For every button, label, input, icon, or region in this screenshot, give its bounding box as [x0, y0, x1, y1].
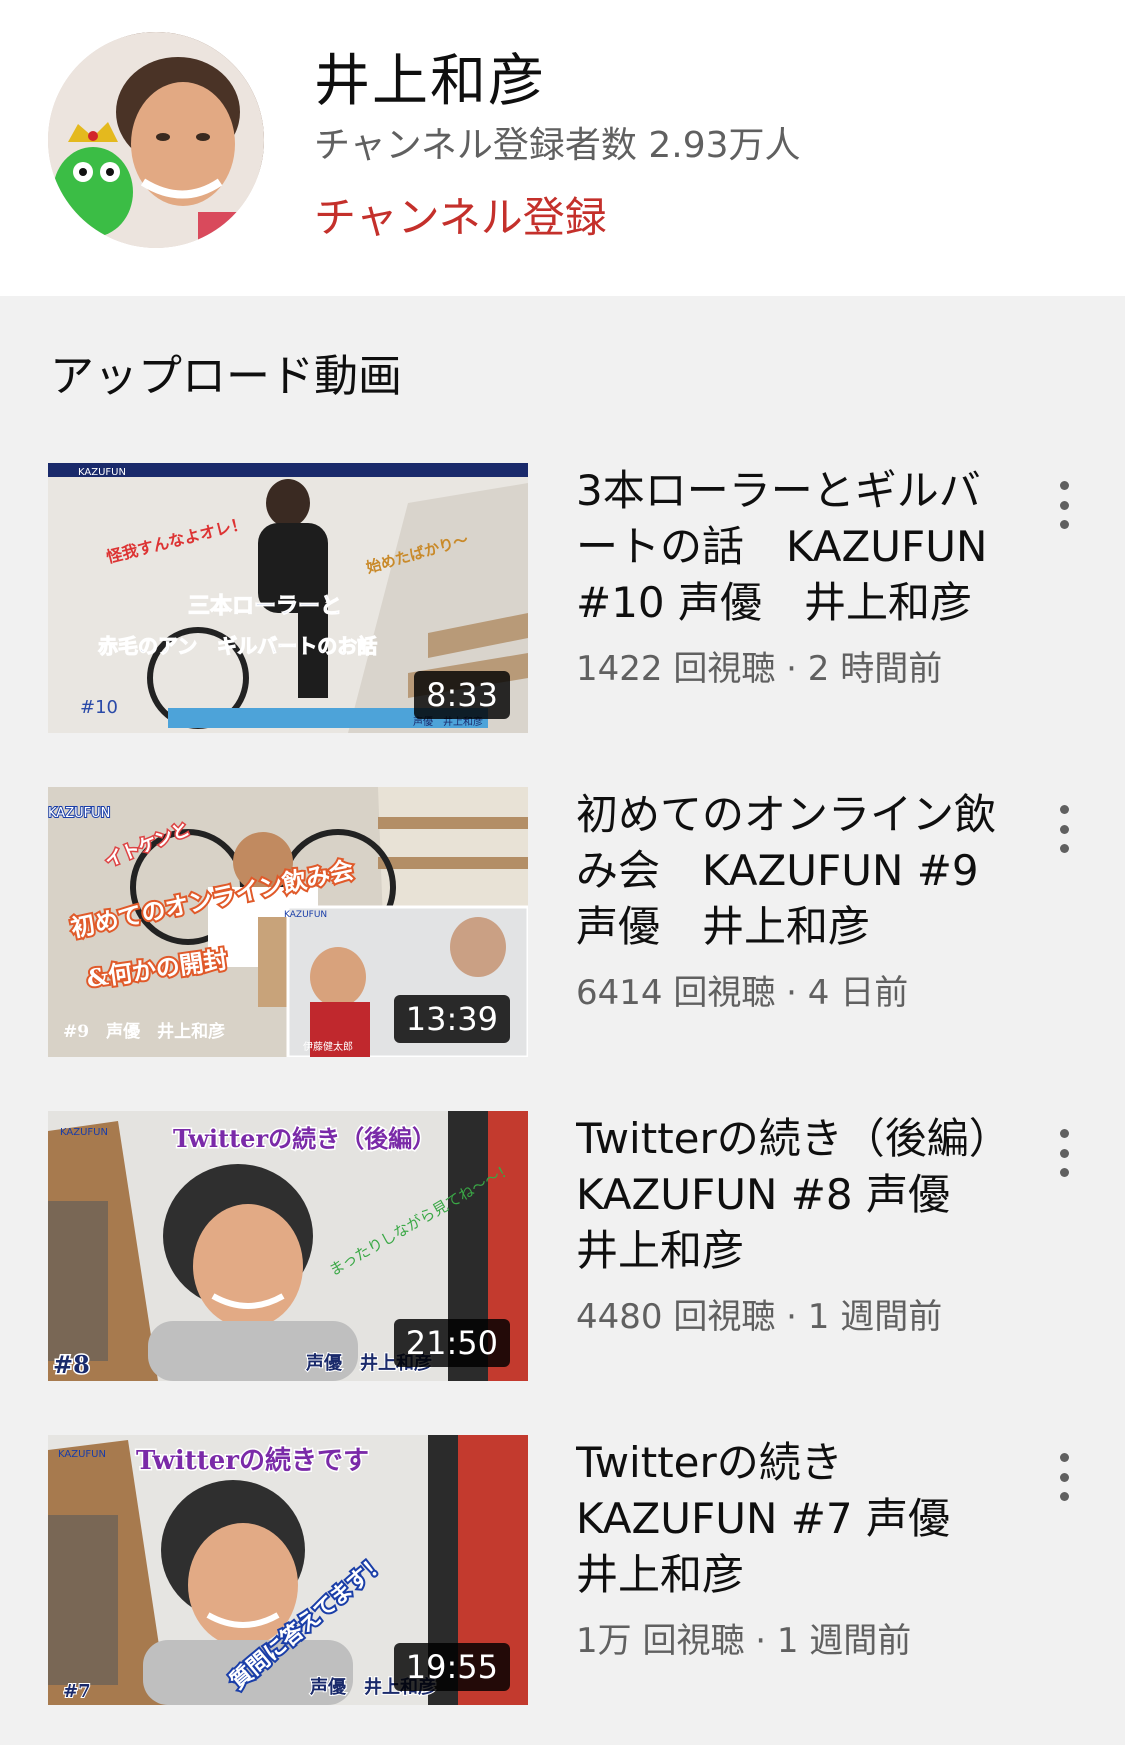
video-duration: 19:55 [393, 1643, 510, 1691]
avatar-image [48, 32, 264, 248]
subscriber-count: チャンネル登録者数 2.93万人 [314, 125, 801, 166]
thumb-label: KAZUFUN [284, 910, 327, 920]
video-title[interactable]: 初めてのオンライン飲み会 KAZUFUN #9 声優 井上和彦 [576, 787, 1016, 955]
thumb-label: #7 [63, 1681, 91, 1702]
more-options-icon[interactable] [1044, 1447, 1084, 1507]
video-meta: 4480 回視聴 · 1 週間前 [576, 1297, 943, 1337]
video-meta: 6414 回視聴 · 4 日前 [576, 973, 909, 1013]
thumb-label: 伊藤健太郎 [303, 1040, 353, 1053]
video-thumbnail[interactable]: KAZUFUN Twitterの続きです 質問に答えてます！ #7 声優 井上和… [48, 1435, 528, 1705]
thumb-label: #10 [80, 697, 118, 718]
video-duration: 13:39 [393, 995, 510, 1043]
thumb-label: 三本ローラーと [188, 593, 342, 619]
video-title[interactable]: 3本ローラーとギルバートの話 KAZUFUN #10 声優 井上和彦 [576, 463, 1016, 631]
section-title: アップロード動画 [50, 351, 402, 402]
video-title[interactable]: Twitterの続き KAZUFUN #7 声優 井上和彦 [576, 1435, 1016, 1603]
video-title[interactable]: Twitterの続き（後編）KAZUFUN #8 声優 井上和彦 [576, 1111, 1016, 1279]
video-item[interactable]: KAZUFUN Twitterの続きです 質問に答えてます！ #7 声優 井上和… [0, 1435, 1125, 1707]
channel-avatar[interactable] [48, 32, 264, 248]
video-thumbnail[interactable]: KAZUFUN Twitterの続き（後編） まったりしながら見てね〜〜！ #8… [48, 1111, 528, 1381]
thumb-label: KAZUFUN [60, 1127, 108, 1138]
video-duration: 21:50 [393, 1319, 510, 1367]
channel-header: 井上和彦 チャンネル登録者数 2.93万人 チャンネル登録 [0, 0, 1125, 296]
video-thumbnail[interactable]: KAZUFUN イトケンと 初めてのオンライン飲み会 &何かの開封 #9 声優 … [48, 787, 528, 1057]
video-meta: 1422 回視聴 · 2 時間前 [576, 649, 943, 689]
video-item[interactable]: KAZUFUN イトケンと 初めてのオンライン飲み会 &何かの開封 #9 声優 … [0, 787, 1125, 1059]
thumb-label: #8 [53, 1350, 90, 1379]
video-thumbnail[interactable]: KAZUFUN 怪我すんなよオレ！ 始めたばかり〜 三本ローラーと 赤毛のアン … [48, 463, 528, 733]
subscribe-button[interactable]: チャンネル登録 [314, 184, 607, 245]
channel-name: 井上和彦 [314, 49, 546, 114]
video-item[interactable]: KAZUFUN Twitterの続き（後編） まったりしながら見てね〜〜！ #8… [0, 1111, 1125, 1383]
more-options-icon[interactable] [1044, 1123, 1084, 1183]
thumb-label: #9 声優 井上和彦 [63, 1021, 225, 1042]
more-options-icon[interactable] [1044, 799, 1084, 859]
thumb-label: KAZUFUN [58, 1449, 106, 1460]
thumb-label: KAZUFUN [78, 467, 126, 478]
thumb-label: 赤毛のアン ギルバートのお話 [98, 634, 377, 658]
thumb-label: Twitterの続きです [136, 1445, 369, 1476]
thumb-label: Twitterの続き（後編） [173, 1124, 436, 1153]
video-item[interactable]: KAZUFUN 怪我すんなよオレ！ 始めたばかり〜 三本ローラーと 赤毛のアン … [0, 463, 1125, 735]
thumb-label: KAZUFUN [48, 806, 110, 821]
more-options-icon[interactable] [1044, 475, 1084, 535]
video-meta: 1万 回視聴 · 1 週間前 [576, 1621, 912, 1661]
video-duration: 8:33 [414, 671, 510, 719]
